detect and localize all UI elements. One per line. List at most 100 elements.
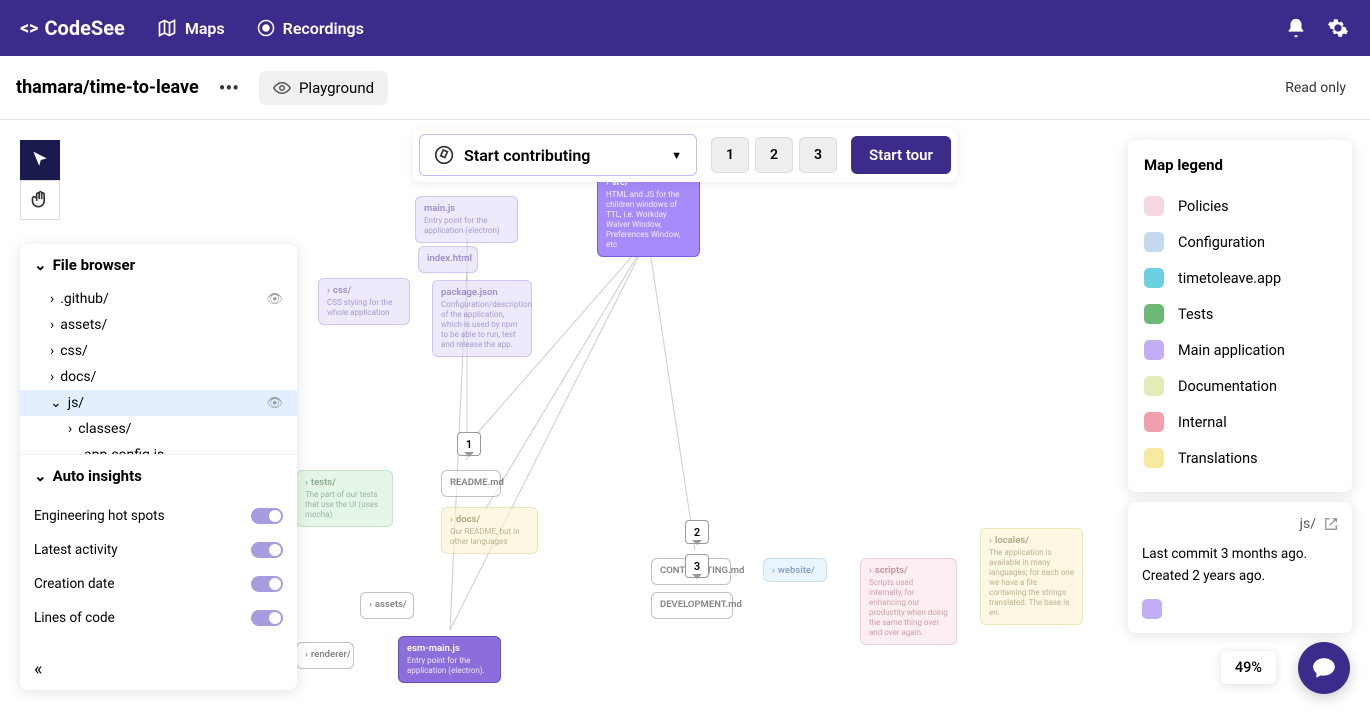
- chevron-right-icon: ›: [50, 317, 54, 333]
- file-browser-panel: ⌄ File browser ›.github/👁 ›assets/ ›css/…: [20, 244, 297, 690]
- node-mainjs[interactable]: main.js Entry point for the application …: [415, 196, 518, 243]
- node-css[interactable]: ›css/ CSS styling for the whole applicat…: [318, 278, 410, 325]
- legend-item-1[interactable]: Configuration: [1144, 224, 1336, 260]
- legend-swatch: [1144, 340, 1164, 360]
- zoom-level[interactable]: 49%: [1221, 651, 1276, 684]
- node-docs[interactable]: ›docs/ Our README, but in other language…: [441, 507, 538, 554]
- expand-icon: ›: [772, 565, 775, 576]
- legend-item-2[interactable]: timetoleave.app: [1144, 260, 1336, 296]
- legend-item-4[interactable]: Main application: [1144, 332, 1336, 368]
- more-menu[interactable]: •••: [219, 76, 239, 100]
- node-locales[interactable]: ›locales/ The application is available i…: [980, 528, 1083, 625]
- logo[interactable]: <> CodeSee: [20, 16, 125, 40]
- node-packagejson[interactable]: package.json Configuration/description o…: [432, 280, 532, 357]
- legend-swatch: [1144, 196, 1164, 216]
- compass-icon: [434, 145, 454, 165]
- node-renderer[interactable]: ›renderer/: [296, 642, 354, 669]
- nav-recordings[interactable]: Recordings: [257, 19, 364, 38]
- file-item-css[interactable]: ›css/: [20, 338, 297, 364]
- readonly-label: Read only: [1285, 80, 1346, 96]
- nav-maps-label: Maps: [185, 19, 225, 38]
- info-last-commit: Last commit 3 months ago.: [1142, 544, 1338, 564]
- file-item-docs[interactable]: ›docs/: [20, 364, 297, 390]
- info-panel: js/ Last commit 3 months ago. Created 2 …: [1128, 502, 1352, 633]
- legend-item-6[interactable]: Internal: [1144, 404, 1336, 440]
- chat-button[interactable]: [1298, 642, 1350, 694]
- hidden-icon: 👁: [266, 396, 283, 411]
- chevron-down-icon: ⌄: [50, 395, 62, 411]
- toggle-activity[interactable]: [251, 542, 283, 558]
- info-created: Created 2 years ago.: [1142, 566, 1338, 586]
- node-assets[interactable]: ›assets/: [360, 592, 414, 619]
- expand-icon: ›: [989, 535, 992, 546]
- tour-step-2[interactable]: 2: [755, 137, 793, 173]
- node-scripts[interactable]: ›scripts/ Scripts used internally, for e…: [860, 558, 957, 645]
- start-tour-button[interactable]: Start tour: [851, 136, 951, 174]
- eye-icon: [273, 79, 291, 97]
- node-website[interactable]: ›website/: [763, 558, 827, 582]
- logo-text: CodeSee: [44, 16, 124, 40]
- legend-label: Main application: [1178, 342, 1285, 359]
- tour-steps: 1 2 3: [711, 137, 837, 173]
- file-browser-header[interactable]: ⌄ File browser: [20, 244, 297, 286]
- toggle-hotspots[interactable]: [251, 508, 283, 524]
- tour-step-3[interactable]: 3: [799, 137, 837, 173]
- legend-label: Internal: [1178, 414, 1227, 431]
- chat-icon: [1311, 655, 1337, 681]
- file-item-github[interactable]: ›.github/👁: [20, 286, 297, 312]
- collapse-panel-button[interactable]: «: [20, 649, 297, 690]
- toggle-creation[interactable]: [251, 576, 283, 592]
- insight-hotspots: Engineering hot spots: [34, 499, 283, 533]
- node-tests[interactable]: ›tests/ The part of our tests that use t…: [296, 470, 393, 527]
- nav-maps[interactable]: Maps: [157, 18, 225, 38]
- toggle-loc[interactable]: [251, 610, 283, 626]
- legend-panel: Map legend PoliciesConfigurationtimetole…: [1128, 140, 1352, 492]
- legend-label: Configuration: [1178, 234, 1265, 251]
- map-icon: [157, 18, 177, 38]
- notifications-icon[interactable]: [1284, 16, 1308, 40]
- node-development[interactable]: DEVELOPMENT.md: [651, 592, 733, 619]
- playground-label: Playground: [299, 79, 374, 97]
- file-item-classes[interactable]: ›classes/: [20, 416, 297, 442]
- tour-marker-1[interactable]: 1: [457, 432, 481, 456]
- legend-swatch: [1144, 376, 1164, 396]
- chevron-down-icon: ⌄: [34, 467, 47, 485]
- legend-item-0[interactable]: Policies: [1144, 188, 1336, 224]
- info-path: js/: [1300, 516, 1316, 532]
- record-icon: [257, 19, 275, 37]
- hidden-icon: 👁: [266, 292, 283, 307]
- playground-badge[interactable]: Playground: [259, 71, 388, 105]
- node-src[interactable]: ›src/ HTML and JS for the children windo…: [597, 170, 700, 257]
- tour-step-1[interactable]: 1: [711, 137, 749, 173]
- node-indexhtml[interactable]: index.html: [418, 246, 478, 273]
- legend-swatch: [1144, 304, 1164, 324]
- tour-controls: Start contributing ▼ 1 2 3 Start tour: [413, 128, 957, 182]
- tour-select[interactable]: Start contributing ▼: [419, 134, 697, 176]
- node-esmmain[interactable]: esm-main.js Entry point for the applicat…: [398, 636, 501, 683]
- legend-label: Policies: [1178, 198, 1229, 215]
- legend-item-5[interactable]: Documentation: [1144, 368, 1336, 404]
- settings-icon[interactable]: [1326, 16, 1350, 40]
- caret-down-icon: ▼: [671, 149, 682, 162]
- expand-icon: ›: [869, 565, 872, 576]
- tour-marker-2[interactable]: 2: [685, 520, 709, 544]
- collapse-icon: «: [34, 659, 42, 680]
- node-readme[interactable]: README.md: [441, 470, 501, 497]
- file-item-assets[interactable]: ›assets/: [20, 312, 297, 338]
- select-tool[interactable]: [20, 140, 60, 180]
- tour-marker-3[interactable]: 3: [685, 554, 709, 578]
- legend-item-3[interactable]: Tests: [1144, 296, 1336, 332]
- info-header: js/: [1142, 516, 1338, 532]
- auto-insights-header[interactable]: ⌄ Auto insights: [20, 454, 297, 497]
- expand-icon: ›: [450, 514, 453, 525]
- logo-icon: <>: [20, 18, 38, 39]
- pan-tool[interactable]: [20, 180, 60, 220]
- external-link-icon[interactable]: [1324, 517, 1338, 531]
- expand-icon: ›: [305, 649, 308, 660]
- file-item-js[interactable]: ⌄js/👁: [20, 390, 297, 416]
- chevron-right-icon: ›: [50, 369, 54, 385]
- chevron-right-icon: ›: [50, 291, 54, 307]
- file-item-appconfig[interactable]: app-config.is: [20, 442, 297, 454]
- legend-item-7[interactable]: Translations: [1144, 440, 1336, 476]
- legend-label: Documentation: [1178, 378, 1277, 395]
